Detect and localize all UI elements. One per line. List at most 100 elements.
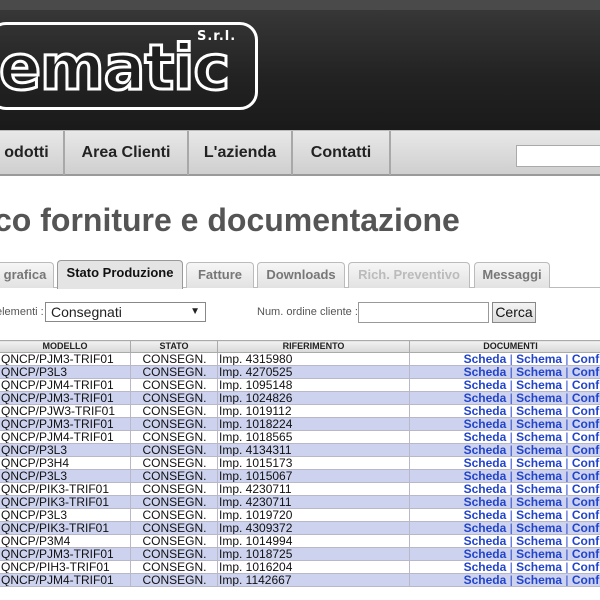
table-row: QNCP/PJM3-TRIF01 CONSEGN. Imp. 1018224 Sche…: [0, 417, 600, 431]
link-conf[interactable]: Conf.: [572, 406, 600, 417]
link-conf[interactable]: Conf.: [572, 367, 600, 378]
link-conf[interactable]: Conf.: [572, 445, 600, 456]
cell-documenti: Scheda | Schema | Conf. |: [409, 456, 600, 470]
link-schema[interactable]: Schema: [516, 419, 562, 430]
order-number-input[interactable]: [358, 302, 489, 323]
link-scheda[interactable]: Scheda: [464, 471, 507, 482]
column-header-documenti: DOCUMENTI: [409, 340, 600, 353]
link-conf[interactable]: Conf.: [572, 536, 600, 547]
cell-stato: CONSEGN.: [130, 521, 218, 535]
tab-messaggi[interactable]: Messaggi: [474, 262, 550, 288]
link-schema[interactable]: Schema: [516, 354, 562, 365]
link-conf[interactable]: Conf.: [572, 354, 600, 365]
cell-modello: QNCP/PIH3-TRIF01: [0, 560, 131, 574]
link-conf[interactable]: Conf.: [572, 380, 600, 391]
tab-anagrafica[interactable]: grafica: [0, 262, 54, 288]
link-scheda[interactable]: Scheda: [464, 354, 507, 365]
status-select[interactable]: Consegnati ▼: [45, 302, 206, 322]
tab-fatture[interactable]: Fatture: [186, 262, 254, 288]
table-row: QNCP/PJM3-TRIF01 CONSEGN. Imp. 4315980 Sche…: [0, 352, 600, 366]
link-conf[interactable]: Conf.: [572, 575, 600, 586]
link-schema[interactable]: Schema: [516, 523, 562, 534]
link-schema[interactable]: Schema: [516, 536, 562, 547]
cell-stato: CONSEGN.: [130, 365, 218, 379]
link-conf[interactable]: Conf.: [572, 471, 600, 482]
link-schema[interactable]: Schema: [516, 575, 562, 586]
link-conf[interactable]: Conf.: [572, 458, 600, 469]
link-conf[interactable]: Conf.: [572, 497, 600, 508]
separator: |: [562, 573, 572, 587]
link-scheda[interactable]: Scheda: [464, 458, 507, 469]
company-logo[interactable]: ematic S.r.l.: [0, 22, 258, 110]
link-schema[interactable]: Schema: [516, 484, 562, 495]
link-schema[interactable]: Schema: [516, 549, 562, 560]
link-schema[interactable]: Schema: [516, 367, 562, 378]
table-row: QNCP/P3L3 CONSEGN. Imp. 1019720 Scheda | Sc…: [0, 508, 600, 522]
link-conf[interactable]: Conf.: [572, 549, 600, 560]
link-schema[interactable]: Schema: [516, 445, 562, 456]
link-scheda[interactable]: Scheda: [464, 523, 507, 534]
nav-item-azienda[interactable]: L'azienda: [189, 131, 293, 175]
link-conf[interactable]: Conf.: [572, 510, 600, 521]
link-scheda[interactable]: Scheda: [464, 510, 507, 521]
nav-item-prodotti[interactable]: odotti: [0, 131, 65, 175]
link-schema[interactable]: Schema: [516, 393, 562, 404]
link-conf[interactable]: Conf.: [572, 393, 600, 404]
link-conf[interactable]: Conf.: [572, 562, 600, 573]
link-scheda[interactable]: Scheda: [464, 432, 507, 443]
nav-item-area-clienti[interactable]: Area Clienti: [65, 131, 189, 175]
nav-item-contatti[interactable]: Contatti: [293, 131, 391, 175]
link-conf[interactable]: Conf.: [572, 484, 600, 495]
cell-documenti: Scheda | Schema | Conf. |: [409, 495, 600, 509]
separator: |: [506, 352, 517, 366]
separator: |: [562, 560, 572, 574]
separator: |: [562, 430, 572, 444]
separator: |: [506, 378, 517, 392]
link-scheda[interactable]: Scheda: [464, 562, 507, 573]
nav-search-input[interactable]: [516, 145, 600, 167]
link-schema[interactable]: Schema: [516, 562, 562, 573]
link-scheda[interactable]: Scheda: [464, 575, 507, 586]
cell-riferimento: Imp. 4315980: [217, 352, 410, 366]
separator: |: [506, 456, 517, 470]
link-scheda[interactable]: Scheda: [464, 393, 507, 404]
link-conf[interactable]: Conf.: [572, 432, 600, 443]
link-conf[interactable]: Conf.: [572, 419, 600, 430]
link-schema[interactable]: Schema: [516, 497, 562, 508]
tab-downloads[interactable]: Downloads: [257, 262, 345, 288]
tab-stato-produzione[interactable]: Stato Produzione: [57, 260, 183, 289]
link-scheda[interactable]: Scheda: [464, 419, 507, 430]
link-scheda[interactable]: Scheda: [464, 445, 507, 456]
cell-stato: CONSEGN.: [130, 547, 218, 561]
cell-modello: QNCP/PIK3-TRIF01: [0, 521, 131, 535]
link-schema[interactable]: Schema: [516, 471, 562, 482]
separator: |: [506, 482, 517, 496]
cell-modello: QNCP/P3H4: [0, 456, 131, 470]
link-schema[interactable]: Schema: [516, 510, 562, 521]
cell-riferimento: Imp. 1018725: [217, 547, 410, 561]
link-scheda[interactable]: Scheda: [464, 484, 507, 495]
link-scheda[interactable]: Scheda: [464, 367, 507, 378]
link-scheda[interactable]: Scheda: [464, 549, 507, 560]
link-schema[interactable]: Schema: [516, 406, 562, 417]
table-row: QNCP/PJW3-TRIF01 CONSEGN. Imp. 1019112 Sche…: [0, 404, 600, 418]
table-row: QNCP/PJM3-TRIF01 CONSEGN. Imp. 1024826 Sche…: [0, 391, 600, 405]
link-scheda[interactable]: Scheda: [464, 406, 507, 417]
cell-modello: QNCP/PJM3-TRIF01: [0, 547, 131, 561]
link-conf[interactable]: Conf.: [572, 523, 600, 534]
table-row: QNCP/PJM4-TRIF01 CONSEGN. Imp. 1018565 Sche…: [0, 430, 600, 444]
link-schema[interactable]: Schema: [516, 380, 562, 391]
cell-stato: CONSEGN.: [130, 352, 218, 366]
cell-stato: CONSEGN.: [130, 378, 218, 392]
link-scheda[interactable]: Scheda: [464, 536, 507, 547]
link-scheda[interactable]: Scheda: [464, 497, 507, 508]
cell-stato: CONSEGN.: [130, 469, 218, 483]
link-schema[interactable]: Schema: [516, 432, 562, 443]
link-scheda[interactable]: Scheda: [464, 380, 507, 391]
link-schema[interactable]: Schema: [516, 458, 562, 469]
separator: |: [562, 521, 572, 535]
tab-bar: grafica Stato Produzione Fatture Downloa…: [0, 260, 600, 289]
search-button[interactable]: Cerca: [492, 302, 536, 323]
cell-stato: CONSEGN.: [130, 508, 218, 522]
table-row: QNCP/PJM4-TRIF01 CONSEGN. Imp. 1142667 Sche…: [0, 573, 600, 587]
